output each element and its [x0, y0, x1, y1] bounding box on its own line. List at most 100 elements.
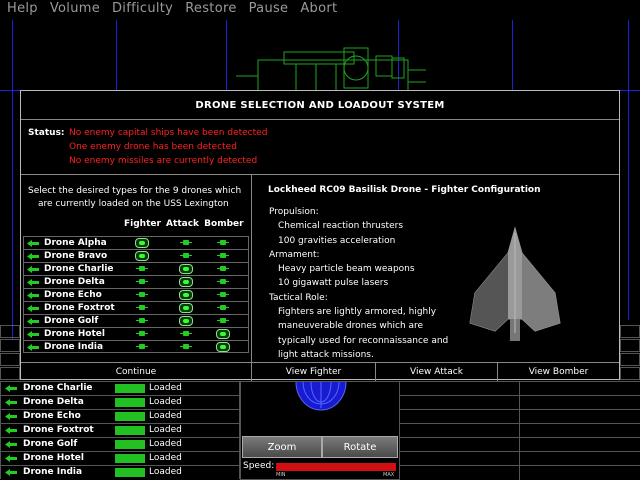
drone-name: Drone India	[23, 467, 83, 477]
drone-row: Drone Delta	[23, 275, 249, 288]
status-capital-ships: No enemy capital ships have been detecte…	[69, 128, 268, 138]
drone-attack-option[interactable]	[179, 264, 193, 274]
speed-slider[interactable]	[276, 463, 396, 471]
drone-bomber-option[interactable]	[216, 277, 230, 287]
status-panel: Status: No enemy capital ships have been…	[21, 120, 619, 175]
drone-bomber-option[interactable]	[216, 238, 230, 248]
view-bomber-button[interactable]: View Bomber	[498, 363, 619, 381]
drone-row: Drone Bravo	[23, 249, 249, 262]
drone-fighter-option[interactable]	[135, 329, 149, 339]
drone-bomber-option[interactable]	[216, 316, 230, 326]
drone-bomber-option[interactable]	[216, 264, 230, 274]
drone-name: Drone Hotel	[44, 329, 105, 339]
drone-fighter-option[interactable]	[135, 342, 149, 352]
drone-attack-option[interactable]	[179, 342, 193, 352]
arrow-left-icon	[5, 441, 17, 448]
drone-table: Drone Alpha Drone Bravo Drone Charlie Drone…	[23, 236, 249, 353]
drone-attack-option[interactable]	[179, 329, 193, 339]
drone-attack-option[interactable]	[179, 303, 193, 313]
view-fighter-button[interactable]: View Fighter	[252, 363, 376, 381]
drone-bomber-option[interactable]	[216, 303, 230, 313]
drone-attack-option[interactable]	[179, 277, 193, 287]
loaded-bar	[115, 454, 145, 463]
drone-bomber-option[interactable]	[216, 251, 230, 261]
arrow-left-icon	[5, 427, 17, 434]
craft-title: Lockheed RC09 Basilisk Drone - Fighter C…	[268, 185, 541, 195]
armament-heading: Armament:	[269, 249, 320, 260]
menu-restore[interactable]: Restore	[178, 0, 241, 17]
drone-name: Drone Charlie	[23, 383, 93, 393]
drone-name: Drone Delta	[23, 397, 84, 407]
rotate-button[interactable]: Rotate	[322, 436, 398, 458]
instructions-line-2: are currently loaded on the USS Lexingto…	[38, 199, 229, 209]
arrow-left-icon	[5, 469, 17, 476]
drone-bomber-option[interactable]	[216, 290, 230, 300]
menu-help[interactable]: Help	[0, 0, 43, 17]
loaded-bar	[115, 440, 145, 449]
drone-status-row[interactable]: Drone Foxtrot Loaded	[0, 423, 240, 437]
drone-row: Drone Hotel	[23, 327, 249, 340]
drone-row: Drone Foxtrot	[23, 301, 249, 314]
drone-row: Drone Golf	[23, 314, 249, 327]
loaded-bar	[115, 398, 145, 407]
drone-attack-option[interactable]	[179, 238, 193, 248]
speed-label: Speed:	[243, 461, 275, 471]
drone-fighter-option[interactable]	[135, 264, 149, 274]
drone-attack-option[interactable]	[179, 290, 193, 300]
drone-status-text: Loaded	[149, 411, 182, 421]
drone-status-text: Loaded	[149, 397, 182, 407]
menu-bar: Help Volume Difficulty Restore Pause Abo…	[0, 0, 640, 17]
menu-difficulty[interactable]: Difficulty	[105, 0, 178, 17]
drone-fighter-option[interactable]	[135, 290, 149, 300]
arrow-left-icon	[27, 292, 39, 299]
drone-attack-option[interactable]	[179, 316, 193, 326]
propulsion-heading: Propulsion:	[269, 207, 319, 217]
drone-name: Drone Echo	[23, 411, 81, 421]
craft-info-pane: Lockheed RC09 Basilisk Drone - Fighter C…	[252, 175, 619, 363]
armament-line: 10 gigawatt pulse lasers	[278, 278, 389, 289]
viewer-globe	[295, 382, 347, 411]
drone-status-row[interactable]: Drone Echo Loaded	[0, 409, 240, 423]
drone-bomber-option[interactable]	[216, 329, 230, 339]
zoom-button[interactable]: Zoom	[242, 436, 322, 458]
drone-status-row[interactable]: Drone Hotel Loaded	[0, 451, 240, 465]
drone-status-row[interactable]: Drone Charlie Loaded	[0, 381, 240, 395]
drone-fighter-option[interactable]	[135, 303, 149, 313]
drone-name: Drone Golf	[44, 316, 99, 326]
menu-pause[interactable]: Pause	[242, 0, 294, 17]
status-label: Status:	[28, 128, 65, 138]
drone-fighter-option[interactable]	[135, 277, 149, 287]
drone-attack-option[interactable]	[179, 251, 193, 261]
role-heading: Tactical Role:	[269, 292, 328, 303]
arrow-left-icon	[27, 305, 39, 312]
drone-fighter-option[interactable]	[135, 316, 149, 326]
drone-status-row[interactable]: Drone Delta Loaded	[0, 395, 240, 409]
drone-name: Drone Foxtrot	[23, 425, 94, 435]
propulsion-line: 100 gravities acceleration	[278, 235, 396, 246]
drone-bomber-option[interactable]	[216, 342, 230, 352]
drone-name: Drone Delta	[44, 277, 105, 287]
drone-loadout-dialog: DRONE SELECTION AND LOADOUT SYSTEM Statu…	[20, 90, 620, 381]
craft-description: Propulsion: Chemical reaction thrusters …	[269, 205, 459, 362]
arrow-left-icon	[5, 455, 17, 462]
drone-status-text: Loaded	[149, 467, 182, 477]
propulsion-line: Chemical reaction thrusters	[278, 221, 404, 232]
drone-name: Drone Foxtrot	[44, 303, 115, 313]
drone-fighter-option[interactable]	[135, 251, 149, 261]
column-headers: Fighter Attack Bomber	[124, 219, 244, 229]
arrow-left-icon	[27, 266, 39, 273]
drone-name: Drone Echo	[44, 290, 102, 300]
menu-abort[interactable]: Abort	[293, 0, 342, 17]
arrow-left-icon	[27, 331, 39, 338]
dialog-title: DRONE SELECTION AND LOADOUT SYSTEM	[21, 91, 619, 120]
drone-row: Drone India	[23, 340, 249, 353]
role-line: typically used for reconnaissance and	[278, 335, 449, 346]
armament-line: Heavy particle beam weapons	[278, 264, 415, 275]
view-attack-button[interactable]: View Attack	[376, 363, 498, 381]
continue-button[interactable]: Continue	[21, 363, 252, 381]
drone-fighter-option[interactable]	[135, 238, 149, 248]
drone-name: Drone Alpha	[44, 238, 107, 248]
drone-status-row[interactable]: Drone India Loaded	[0, 465, 240, 479]
menu-volume[interactable]: Volume	[43, 0, 105, 17]
drone-status-row[interactable]: Drone Golf Loaded	[0, 437, 240, 451]
